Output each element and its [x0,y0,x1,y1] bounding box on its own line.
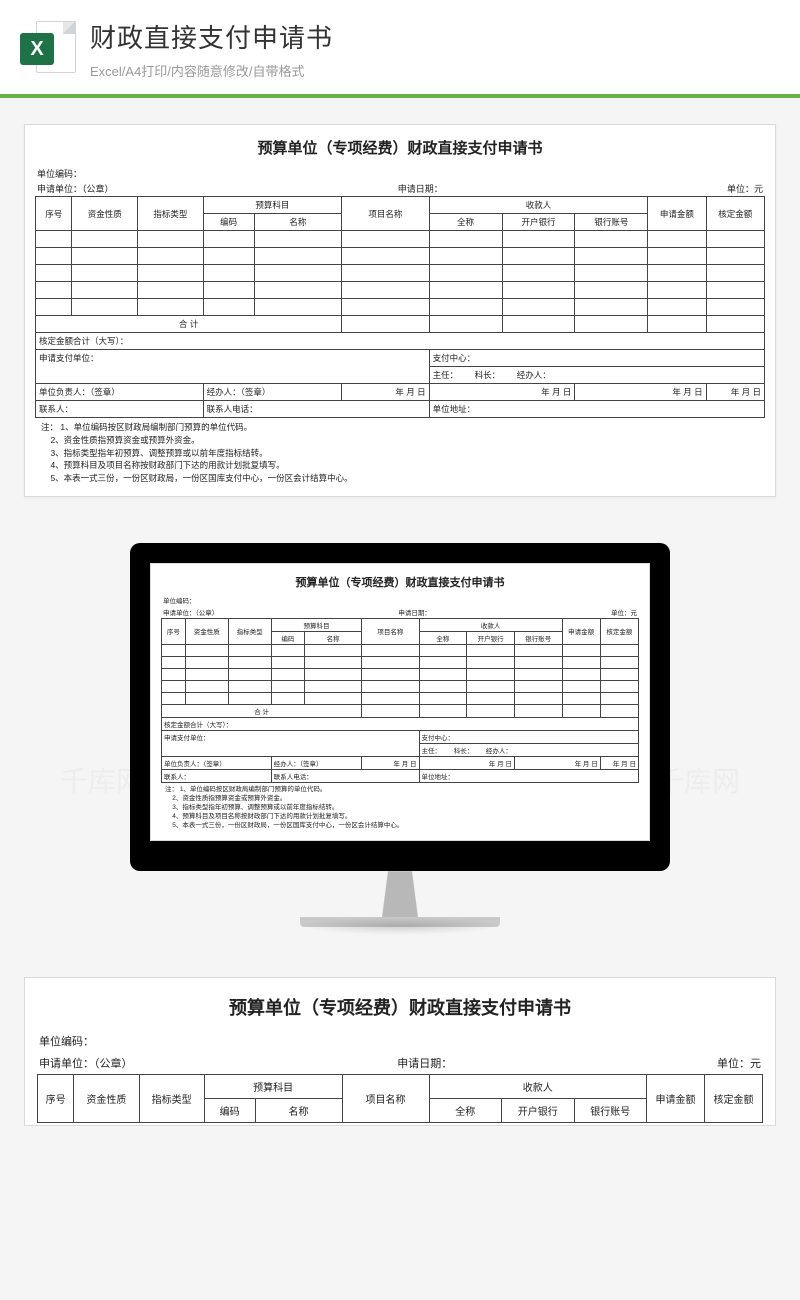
notes-block: 注： 1、单位编码按区财政局编制部门预算的单位代码。 2、资金性质指预算资金或预… [161,783,639,832]
pay-center: 支付中心： [429,350,764,367]
currency-label: 单位：元 [727,182,763,195]
date-c2: 年 月 日 [575,384,706,401]
unit-addr: 单位地址： [429,401,764,418]
date-c1: 年 月 日 [419,756,514,769]
form-table: 序号 资金性质 指标类型 预算科目 项目名称 收款人 申请金额 核定金额 编码名… [161,618,639,783]
date-c3: 年 月 日 [706,384,764,401]
unit-leader: 单位负责人：（签章） [162,756,272,769]
page-subtitle: Excel/A4打印/内容随意修改/自带格式 [90,61,780,80]
unit-code-label: 单位编码： [163,595,196,605]
document-preview-top: 预算单位（专项经费）财政直接支付申请书 单位编码： 申请单位：（公章） 申请日期… [24,124,776,497]
contact: 联系人： [36,401,204,418]
apply-pay-unit: 申请支付单位： [162,730,420,756]
page-header: X 财政直接支付申请书 Excel/A4打印/内容随意修改/自带格式 [0,0,800,94]
total-label: 合 计 [162,704,362,717]
doc-title: 预算单位（专项经费）财政直接支付申请书 [161,572,639,594]
contact-phone: 联系人电话： [203,401,429,418]
handler: 经办人：（签章） [203,384,341,401]
contact-phone: 联系人电话： [271,769,419,782]
date-left: 年 月 日 [362,756,419,769]
handler-center-label: 经办人： [486,748,512,755]
unit-addr: 单位地址： [419,769,638,782]
section-chief-label: 科长： [475,370,501,380]
unit-code-label: 单位编码： [39,1033,94,1049]
handler-center-label: 经办人： [517,370,551,380]
doc-title: 预算单位（专项经费）财政直接支付申请书 [35,133,765,166]
apply-date-label: 申请日期： [398,182,443,195]
document-preview-monitor: 预算单位（专项经费）财政直接支付申请书 单位编码： 申请单位：（公章） 申请日期… [150,563,650,841]
notes-block: 注： 1、单位编码按区财政局编制部门预算的单位代码。 2、资金性质指预算资金或预… [35,418,765,488]
director-label: 主任： [433,370,459,380]
excel-icon: X [20,21,76,77]
doc-title: 预算单位（专项经费）财政直接支付申请书 [37,988,763,1030]
approved-total-cn: 核定金额合计（大写）： [36,333,765,350]
document-preview-strip: 预算单位（专项经费）财政直接支付申请书 单位编码： 申请单位：（公章） 申请日期… [24,977,776,1126]
approved-total-cn: 核定金额合计（大写）： [162,717,639,730]
section-chief-label: 科长： [454,748,474,755]
currency-label: 单位：元 [717,1055,761,1071]
date-c1: 年 月 日 [429,384,575,401]
date-c2: 年 月 日 [514,756,600,769]
unit-leader: 单位负责人：（签章） [36,384,204,401]
monitor-mockup: 预算单位（专项经费）财政直接支付申请书 单位编码： 申请单位：（公章） 申请日期… [130,543,670,927]
form-table-header: 序号 资金性质 指标类型 预算科目 项目名称 收款人 申请金额 核定金额 编码 … [37,1074,763,1123]
apply-pay-unit: 申请支付单位： [36,350,430,384]
apply-unit-label: 申请单位：（公章） [163,607,218,617]
page-title: 财政直接支付申请书 [90,18,780,55]
total-label: 合 计 [36,316,342,333]
form-table: 序号 资金性质 指标类型 预算科目 项目名称 收款人 申请金额 核定金额 编码名… [35,196,765,418]
unit-code-label: 单位编码： [37,167,82,180]
director-label: 主任： [422,748,442,755]
apply-date-label: 申请日期： [398,607,431,617]
currency-label: 单位：元 [611,607,637,617]
pay-center: 支付中心： [419,730,638,743]
contact: 联系人： [162,769,272,782]
apply-unit-label: 申请单位：（公章） [37,182,114,195]
date-left: 年 月 日 [342,384,429,401]
apply-unit-label: 申请单位：（公章） [39,1055,133,1071]
apply-date-label: 申请日期： [397,1055,452,1071]
handler: 经办人：（签章） [271,756,362,769]
date-c3: 年 月 日 [600,756,638,769]
